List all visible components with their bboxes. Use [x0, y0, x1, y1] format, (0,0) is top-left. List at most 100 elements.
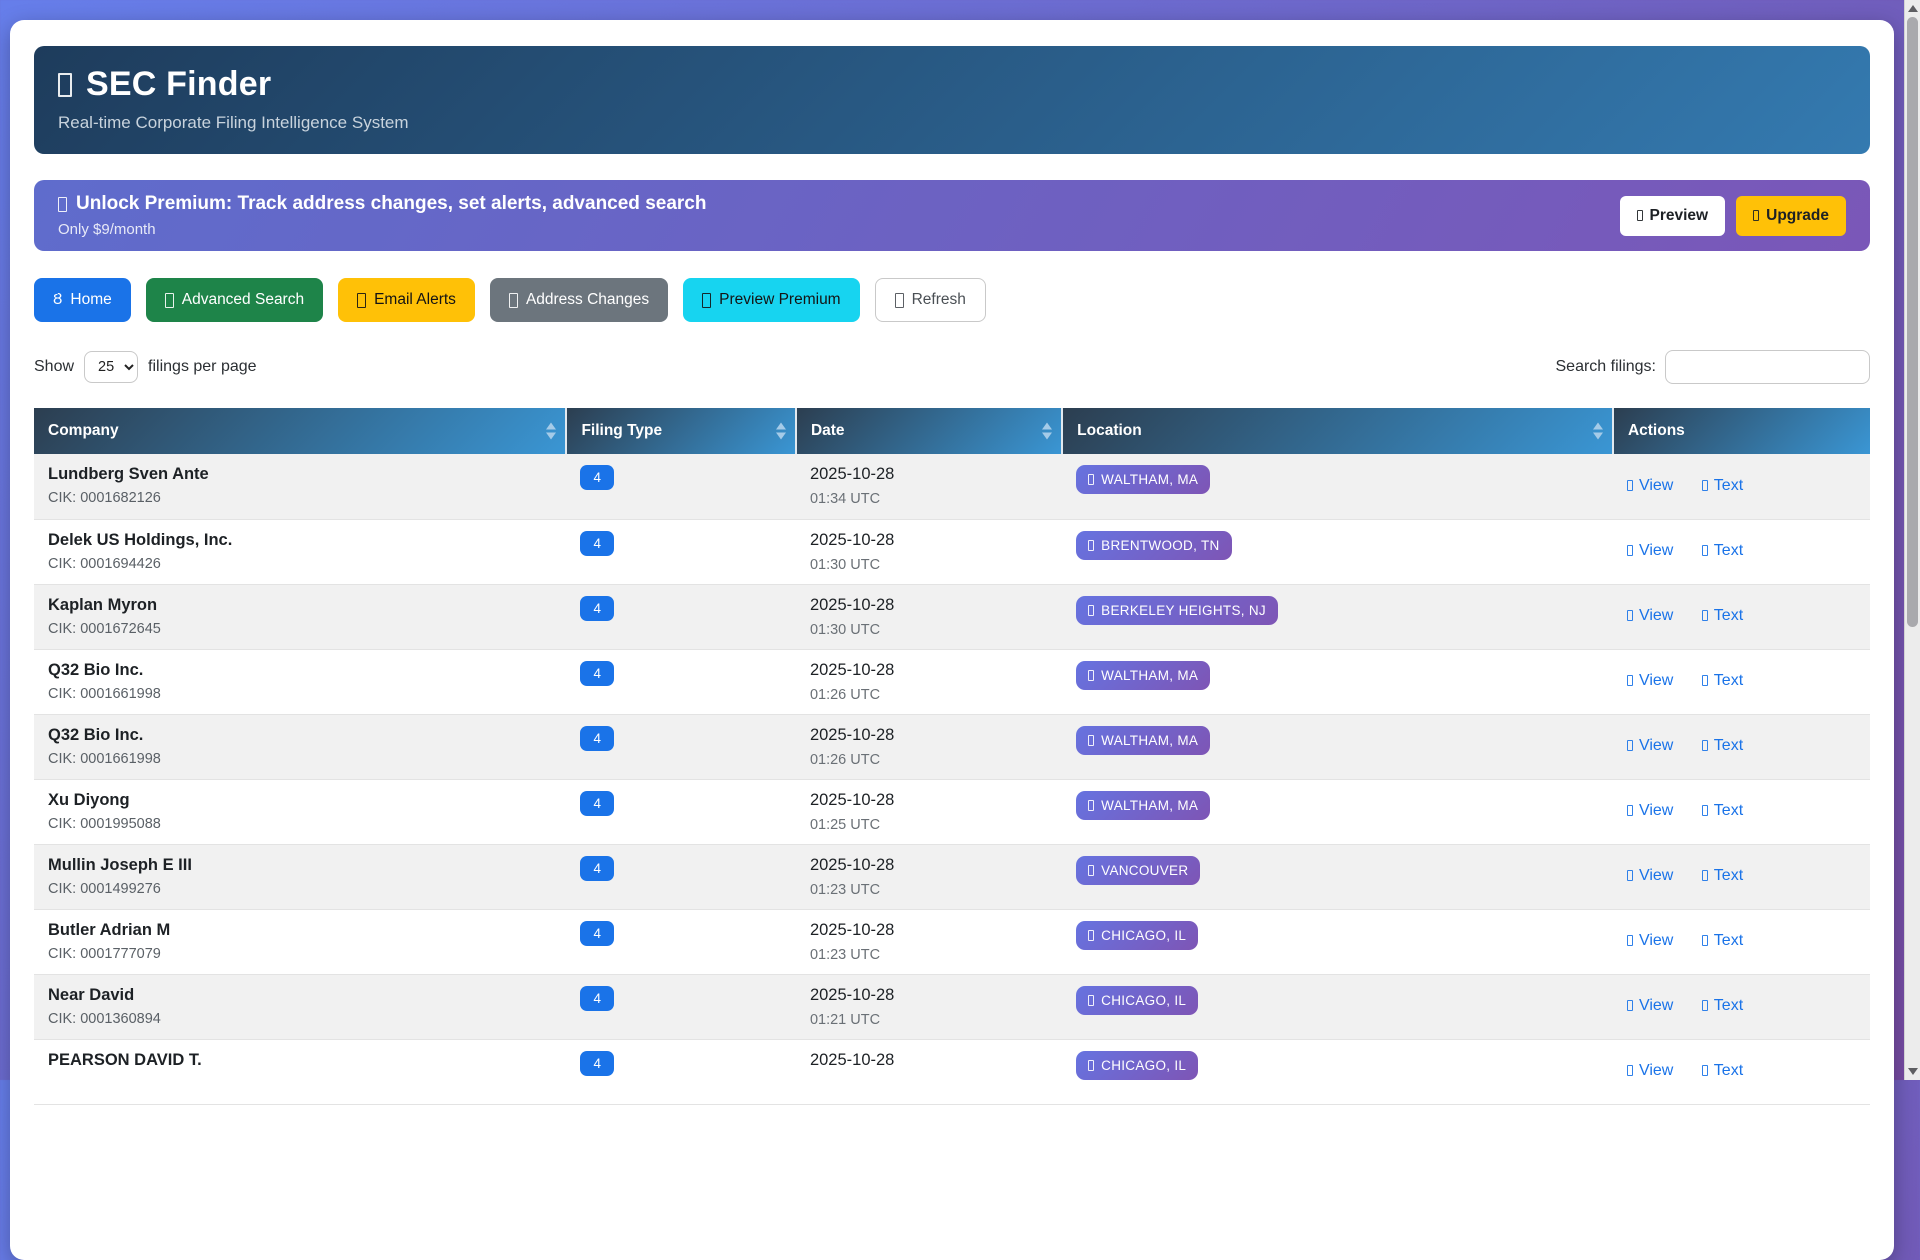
filing-time: 01:26 UTC: [809, 751, 881, 768]
filing-type-cell: 4: [566, 584, 796, 649]
company-name: Delek US Holdings, Inc.: [48, 530, 233, 549]
nav-button-label: Email Alerts: [374, 291, 456, 308]
company-cell: Delek US Holdings, Inc. CIK: 0001694426: [34, 519, 566, 584]
location-badge-label: BERKELEY HEIGHTS, NJ: [1101, 602, 1266, 618]
location-cell: WALTHAM, MA: [1062, 779, 1613, 844]
per-page-controls: Show 25 filings per page: [34, 351, 257, 383]
sort-icon: [1592, 422, 1603, 440]
view-link[interactable]: View: [1626, 932, 1673, 950]
page-title: SEC Finder: [58, 65, 1846, 104]
view-link[interactable]: View: [1626, 867, 1673, 885]
date-cell: 2025-10-28 01:26 UTC: [796, 714, 1062, 779]
text-link-label: Text: [1713, 541, 1744, 559]
text-link[interactable]: Text: [1701, 1062, 1743, 1080]
view-link-label: View: [1638, 1061, 1674, 1079]
scrollbar-up-arrow[interactable]: [1908, 5, 1918, 12]
view-link-label: View: [1638, 606, 1674, 624]
date-cell: 2025-10-28: [796, 1039, 1062, 1104]
text-link[interactable]: Text: [1701, 606, 1744, 625]
company-cell: Xu Diyong CIK: 0001995088: [34, 779, 566, 844]
view-link-label: View: [1638, 996, 1674, 1014]
per-page-select[interactable]: 25: [84, 351, 139, 383]
preview-button[interactable]: Preview: [1619, 195, 1726, 236]
filing-date: 2025-10-28: [809, 530, 895, 549]
text-link[interactable]: Text: [1701, 541, 1744, 560]
view-link[interactable]: View: [1626, 477, 1673, 495]
table-row: Q32 Bio Inc. CIK: 0001661998 4 2025-10-2…: [34, 649, 1870, 714]
column-header-filing-type[interactable]: Filing Type: [566, 408, 797, 454]
location-cell: CHICAGO, IL: [1062, 974, 1613, 1039]
column-header-date[interactable]: Date: [795, 408, 1064, 454]
filing-time: 01:34 UTC: [809, 491, 881, 507]
text-link-label: Text: [1713, 801, 1744, 819]
text-file-icon: [1701, 740, 1708, 752]
document-view-icon: [1626, 480, 1633, 491]
nav-button-home[interactable]: Ȣ Home: [34, 278, 131, 322]
scrollbar-thumb[interactable]: [1907, 17, 1918, 627]
text-link[interactable]: Text: [1701, 996, 1744, 1015]
view-link[interactable]: View: [1626, 606, 1674, 625]
text-file-icon: [1701, 545, 1708, 557]
text-link[interactable]: Text: [1701, 477, 1743, 495]
company-cik: CIK: 0001777079: [48, 945, 161, 962]
location-badge-label: WALTHAM, MA: [1101, 797, 1199, 813]
text-link[interactable]: Text: [1701, 671, 1744, 690]
text-link-label: Text: [1713, 606, 1744, 624]
app-subtitle: Real-time Corporate Filing Intelligence …: [58, 113, 409, 132]
upgrade-button[interactable]: Upgrade: [1736, 195, 1846, 236]
company-cell: Butler Adrian M CIK: 0001777079: [34, 909, 566, 974]
location-badge-label: CHICAGO, IL: [1101, 927, 1187, 943]
company-name: Butler Adrian M: [48, 920, 171, 939]
location-badge-label: BRENTWOOD, TN: [1101, 537, 1220, 553]
filing-type-badge: 4: [580, 920, 614, 946]
filing-type-cell: 4: [566, 974, 796, 1039]
filing-type-cell: 4: [566, 519, 796, 584]
filing-type-badge: 4: [580, 725, 614, 751]
company-cik: CIK: 0001694426: [48, 555, 161, 572]
text-link[interactable]: Text: [1701, 867, 1743, 885]
company-cik: CIK: 0001672645: [48, 620, 161, 637]
scrollbar-down-arrow[interactable]: [1908, 1068, 1918, 1075]
nav-button-preview-premium[interactable]: Preview Premium: [683, 278, 860, 322]
company-name: Q32 Bio Inc.: [48, 725, 144, 744]
sort-icon: [546, 422, 557, 440]
column-header-location[interactable]: Location: [1062, 408, 1614, 454]
map-pin-icon: [1088, 539, 1095, 551]
actions-cell: View Text: [1613, 584, 1870, 649]
show-label: Show: [34, 358, 75, 375]
view-link[interactable]: View: [1626, 802, 1673, 820]
view-link[interactable]: View: [1626, 737, 1673, 755]
column-header-company[interactable]: Company: [34, 408, 568, 454]
map-pin-icon: [1088, 994, 1095, 1006]
premium-banner-actions: Preview Upgrade: [1619, 195, 1846, 236]
text-link-label: Text: [1713, 996, 1744, 1014]
company-name: Q32 Bio Inc.: [48, 660, 144, 679]
text-link[interactable]: Text: [1701, 801, 1744, 820]
premium-banner: Unlock Premium: Track address changes, s…: [34, 180, 1870, 251]
view-link[interactable]: View: [1626, 672, 1673, 690]
search-controls: Search filings:: [1556, 350, 1870, 384]
document-view-icon: [1626, 1065, 1633, 1077]
view-link[interactable]: View: [1626, 542, 1673, 560]
location-badge-label: WALTHAM, MA: [1101, 732, 1199, 748]
nav-button-email-alerts[interactable]: Email Alerts: [338, 278, 475, 322]
view-link[interactable]: View: [1626, 996, 1674, 1015]
filing-time: 01:26 UTC: [809, 686, 881, 703]
text-link[interactable]: Text: [1701, 737, 1743, 755]
text-file-icon: [1701, 1000, 1708, 1012]
nav-button-advanced-search[interactable]: Advanced Search: [145, 278, 324, 322]
search-icon: [164, 292, 174, 308]
text-link-label: Text: [1713, 671, 1744, 689]
text-link[interactable]: Text: [1701, 932, 1743, 950]
text-file-icon: [1701, 870, 1708, 882]
nav-button-address-changes[interactable]: Address Changes: [489, 278, 669, 322]
filing-time: 01:30 UTC: [809, 556, 881, 573]
search-input[interactable]: [1665, 350, 1870, 384]
table-header-row: Company Filing Type Date Location Action…: [34, 408, 1870, 454]
date-cell: 2025-10-28 01:34 UTC: [796, 454, 1062, 519]
sort-icon: [775, 422, 786, 440]
nav-button-refresh[interactable]: Refresh: [874, 278, 986, 322]
location-badge: WALTHAM, MA: [1076, 725, 1211, 755]
view-link[interactable]: View: [1626, 1061, 1674, 1080]
scrollbar[interactable]: [1904, 0, 1920, 1080]
